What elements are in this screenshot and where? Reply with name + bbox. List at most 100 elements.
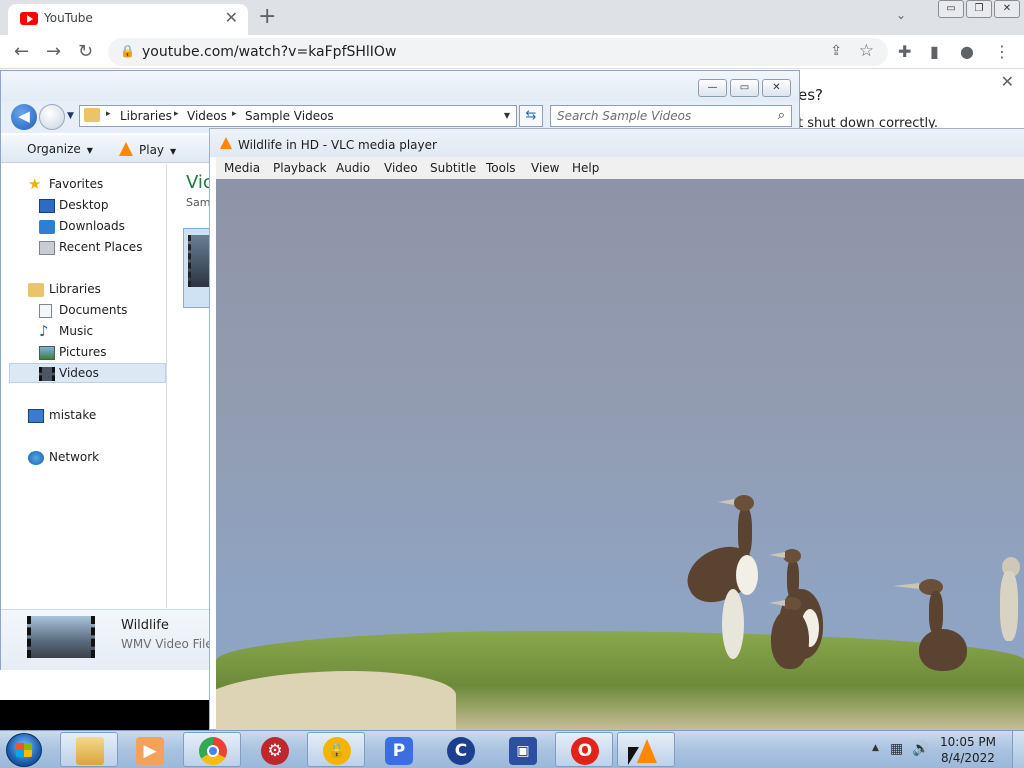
nav-item-videos[interactable]: Videos [9, 363, 166, 383]
start-button[interactable] [6, 733, 42, 767]
tab-search-icon[interactable]: ⌄ [896, 8, 906, 22]
side-panel-icon[interactable]: ▮ [930, 42, 939, 61]
forward-arrow-icon[interactable] [39, 104, 65, 130]
network-icon[interactable]: ▦ [890, 741, 903, 757]
forward-arrow-icon[interactable]: → [46, 41, 61, 62]
taskbar-vlc[interactable] [617, 732, 675, 767]
nav-item-computer[interactable]: mistake [1, 406, 167, 426]
breadcrumb-libraries[interactable]: Libraries [120, 109, 172, 123]
tab-title: YouTube [44, 11, 93, 25]
nav-item-favorites[interactable]: ★ Favorites [1, 175, 167, 195]
taskbar-explorer[interactable] [60, 732, 118, 767]
volume-icon[interactable]: 🔊 [912, 741, 929, 757]
nav-item-downloads[interactable]: Downloads [1, 217, 167, 237]
breadcrumb-sample-videos[interactable]: Sample Videos [245, 109, 334, 123]
documents-icon [39, 304, 52, 318]
nav-label: Libraries [49, 282, 101, 296]
explorer-window-controls: — ▭ ✕ [698, 79, 791, 97]
address-dropdown-icon[interactable]: ▼ [504, 111, 510, 120]
nav-label: Network [49, 450, 100, 464]
lock-icon: 🔒 [323, 737, 351, 765]
taskbar-chrome[interactable] [183, 732, 241, 767]
taskbar-app-p[interactable]: P [369, 732, 427, 767]
extensions-icon[interactable]: ✚ [898, 42, 911, 61]
play-button[interactable]: Play ▼ [119, 142, 176, 157]
explorer-titlebar[interactable]: — ▭ ✕ [1, 71, 799, 101]
folder-icon [76, 737, 104, 765]
close-icon[interactable]: ✕ [1001, 72, 1014, 91]
clock-time[interactable]: 10:05 PM [938, 735, 998, 749]
close-icon[interactable]: ✕ [225, 8, 238, 27]
taskbar-app-lock[interactable]: 🔒 [307, 732, 365, 767]
youtube-player-strip [0, 700, 210, 730]
vlc-titlebar[interactable]: Wildlife in HD - VLC media player [210, 129, 1024, 157]
menu-tools[interactable]: Tools [486, 161, 516, 175]
maximize-button[interactable]: ❐ [966, 0, 992, 18]
recent-pages-dropdown-icon[interactable]: ▼ [67, 111, 74, 121]
mouse-cursor-icon [628, 747, 639, 765]
breadcrumb[interactable]: ▸ Libraries ▸ Videos ▸ Sample Videos ▼ [79, 105, 517, 127]
nav-label: Documents [59, 303, 128, 317]
menu-view[interactable]: View [531, 161, 559, 175]
nav-item-pictures[interactable]: Pictures [1, 343, 167, 363]
menu-kebab-icon[interactable]: ⋮ [994, 42, 1010, 61]
back-arrow-icon[interactable]: ◀ [11, 104, 37, 130]
breadcrumb-separator-icon[interactable]: ▸ [174, 109, 179, 119]
nav-item-documents[interactable]: Documents [1, 301, 167, 321]
search-input[interactable] [551, 106, 761, 126]
tab-youtube[interactable]: YouTube ✕ [8, 4, 248, 35]
menu-subtitle[interactable]: Subtitle [430, 161, 476, 175]
breadcrumb-videos[interactable]: Videos [187, 109, 227, 123]
screen-capture-icon: ▣ [509, 737, 537, 765]
reload-icon[interactable]: ↻ [78, 41, 93, 62]
nav-item-network[interactable]: Network [1, 448, 167, 468]
lock-icon[interactable]: 🔒 [120, 44, 135, 58]
nav-item-desktop[interactable]: Desktop [1, 196, 167, 216]
back-arrow-icon[interactable]: ← [14, 41, 29, 62]
nav-item-music[interactable]: ♪ Music [1, 322, 167, 342]
maximize-button[interactable]: ▭ [730, 79, 759, 97]
bookmark-star-icon[interactable]: ☆ [859, 41, 874, 61]
taskbar-opera[interactable]: O [555, 732, 613, 767]
taskbar-media-player[interactable]: ▶ [120, 732, 178, 767]
nav-label: Recent Places [59, 240, 143, 254]
menu-audio[interactable]: Audio [336, 161, 370, 175]
clock-date[interactable]: 8/4/2022 [938, 751, 998, 765]
library-subtitle: Sam [186, 196, 211, 209]
search-icon[interactable]: ⌕ [778, 108, 785, 123]
chevron-down-icon: ▼ [86, 146, 93, 155]
vlc-window: Wildlife in HD - VLC media player Media … [209, 128, 1024, 731]
close-window-button[interactable]: ✕ [994, 0, 1020, 18]
video-surface[interactable] [216, 179, 1024, 731]
taskbar: ▶ ⚙ 🔒 P C ▣ O ▲ ▦ 🔊 10:05 PM 8/4/2022 [0, 730, 1024, 768]
nav-label: Favorites [49, 177, 104, 191]
nav-item-recent-places[interactable]: Recent Places [1, 238, 167, 258]
video-thumbnail [27, 616, 95, 658]
taskbar-app-c[interactable]: C [431, 732, 489, 767]
refresh-icon[interactable]: ⇆ [519, 105, 543, 127]
taskbar-app-red[interactable]: ⚙ [245, 732, 303, 767]
share-icon[interactable]: ⇪ [830, 43, 842, 59]
taskbar-app-screen[interactable]: ▣ [493, 732, 551, 767]
music-note-icon: ♪ [39, 322, 49, 340]
menu-playback[interactable]: Playback [273, 161, 327, 175]
new-tab-button[interactable]: + [258, 4, 276, 29]
profile-icon[interactable]: ● [960, 42, 974, 61]
search-field[interactable]: ⌕ [550, 105, 792, 127]
url-text[interactable]: youtube.com/watch?v=kaFpfSHlIOw [142, 44, 396, 60]
menu-video[interactable]: Video [384, 161, 418, 175]
organize-button[interactable]: Organize ▼ [27, 142, 93, 156]
menu-help[interactable]: Help [572, 161, 599, 175]
show-desktop-button[interactable] [1012, 731, 1024, 768]
address-bar[interactable]: 🔒 youtube.com/watch?v=kaFpfSHlIOw ⇪ ☆ [108, 38, 888, 66]
chrome-icon [199, 737, 227, 765]
minimize-button[interactable]: ▭ [938, 0, 964, 18]
menu-media[interactable]: Media [224, 161, 260, 175]
show-hidden-icons-icon[interactable]: ▲ [872, 743, 879, 753]
breadcrumb-separator-icon[interactable]: ▸ [232, 109, 237, 119]
close-window-button[interactable]: ✕ [762, 79, 791, 97]
minimize-button[interactable]: — [698, 79, 727, 97]
nav-item-libraries[interactable]: Libraries [1, 280, 167, 300]
breadcrumb-separator-icon[interactable]: ▸ [106, 109, 111, 119]
nav-label: Music [59, 324, 94, 338]
